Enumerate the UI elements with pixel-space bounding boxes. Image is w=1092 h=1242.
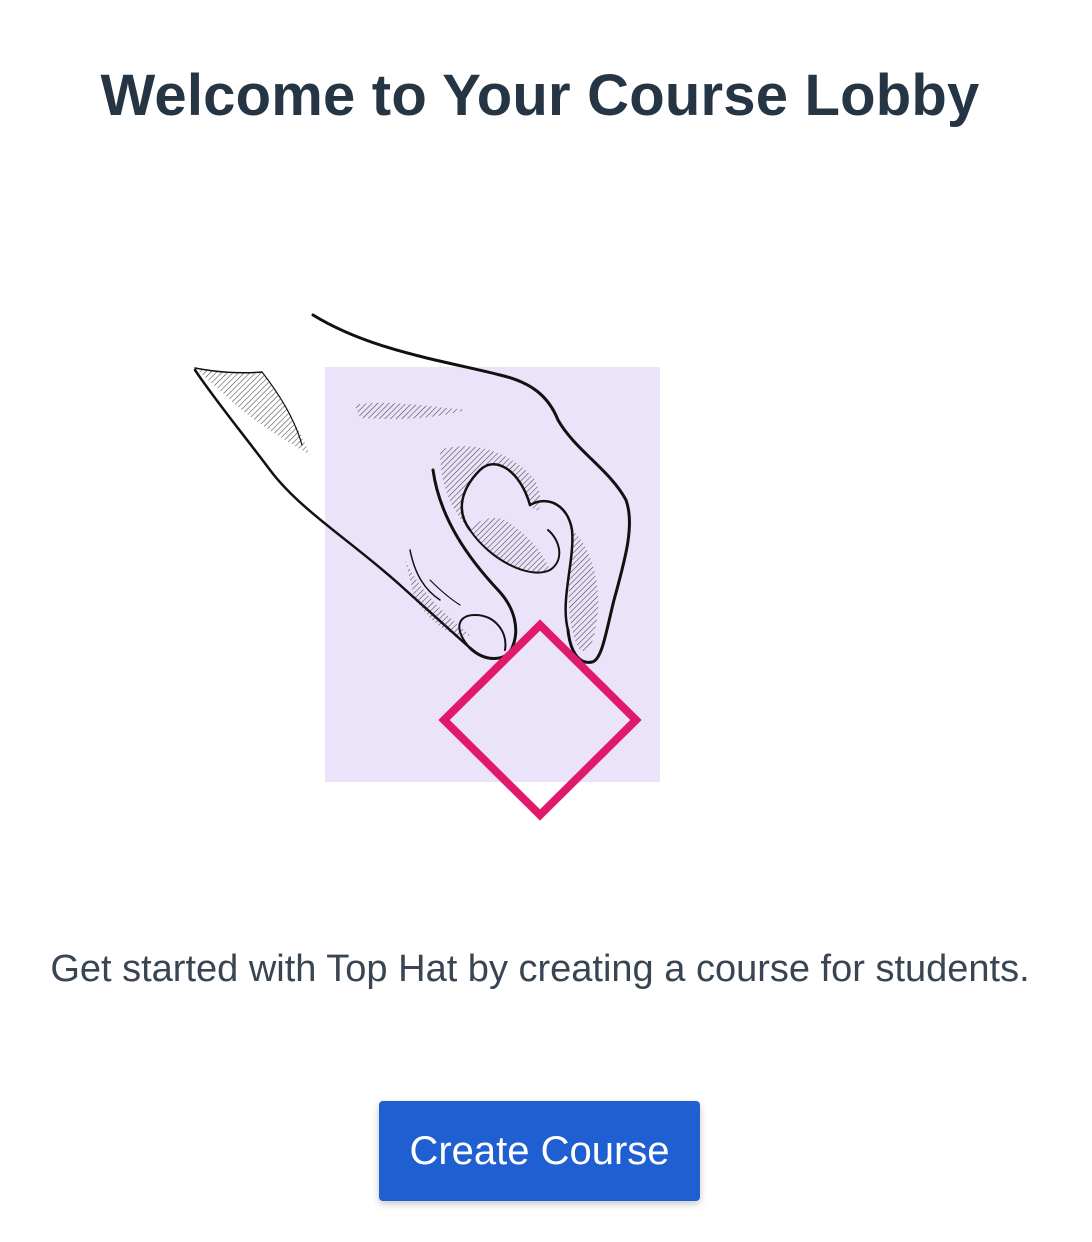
- create-course-button[interactable]: Create Course: [379, 1101, 700, 1201]
- lobby-description: Get started with Top Hat by creating a c…: [50, 948, 1030, 990]
- hand-holding-diamond-icon: [193, 313, 660, 821]
- page-title: Welcome to Your Course Lobby: [100, 63, 980, 128]
- illustration-background: [325, 367, 660, 782]
